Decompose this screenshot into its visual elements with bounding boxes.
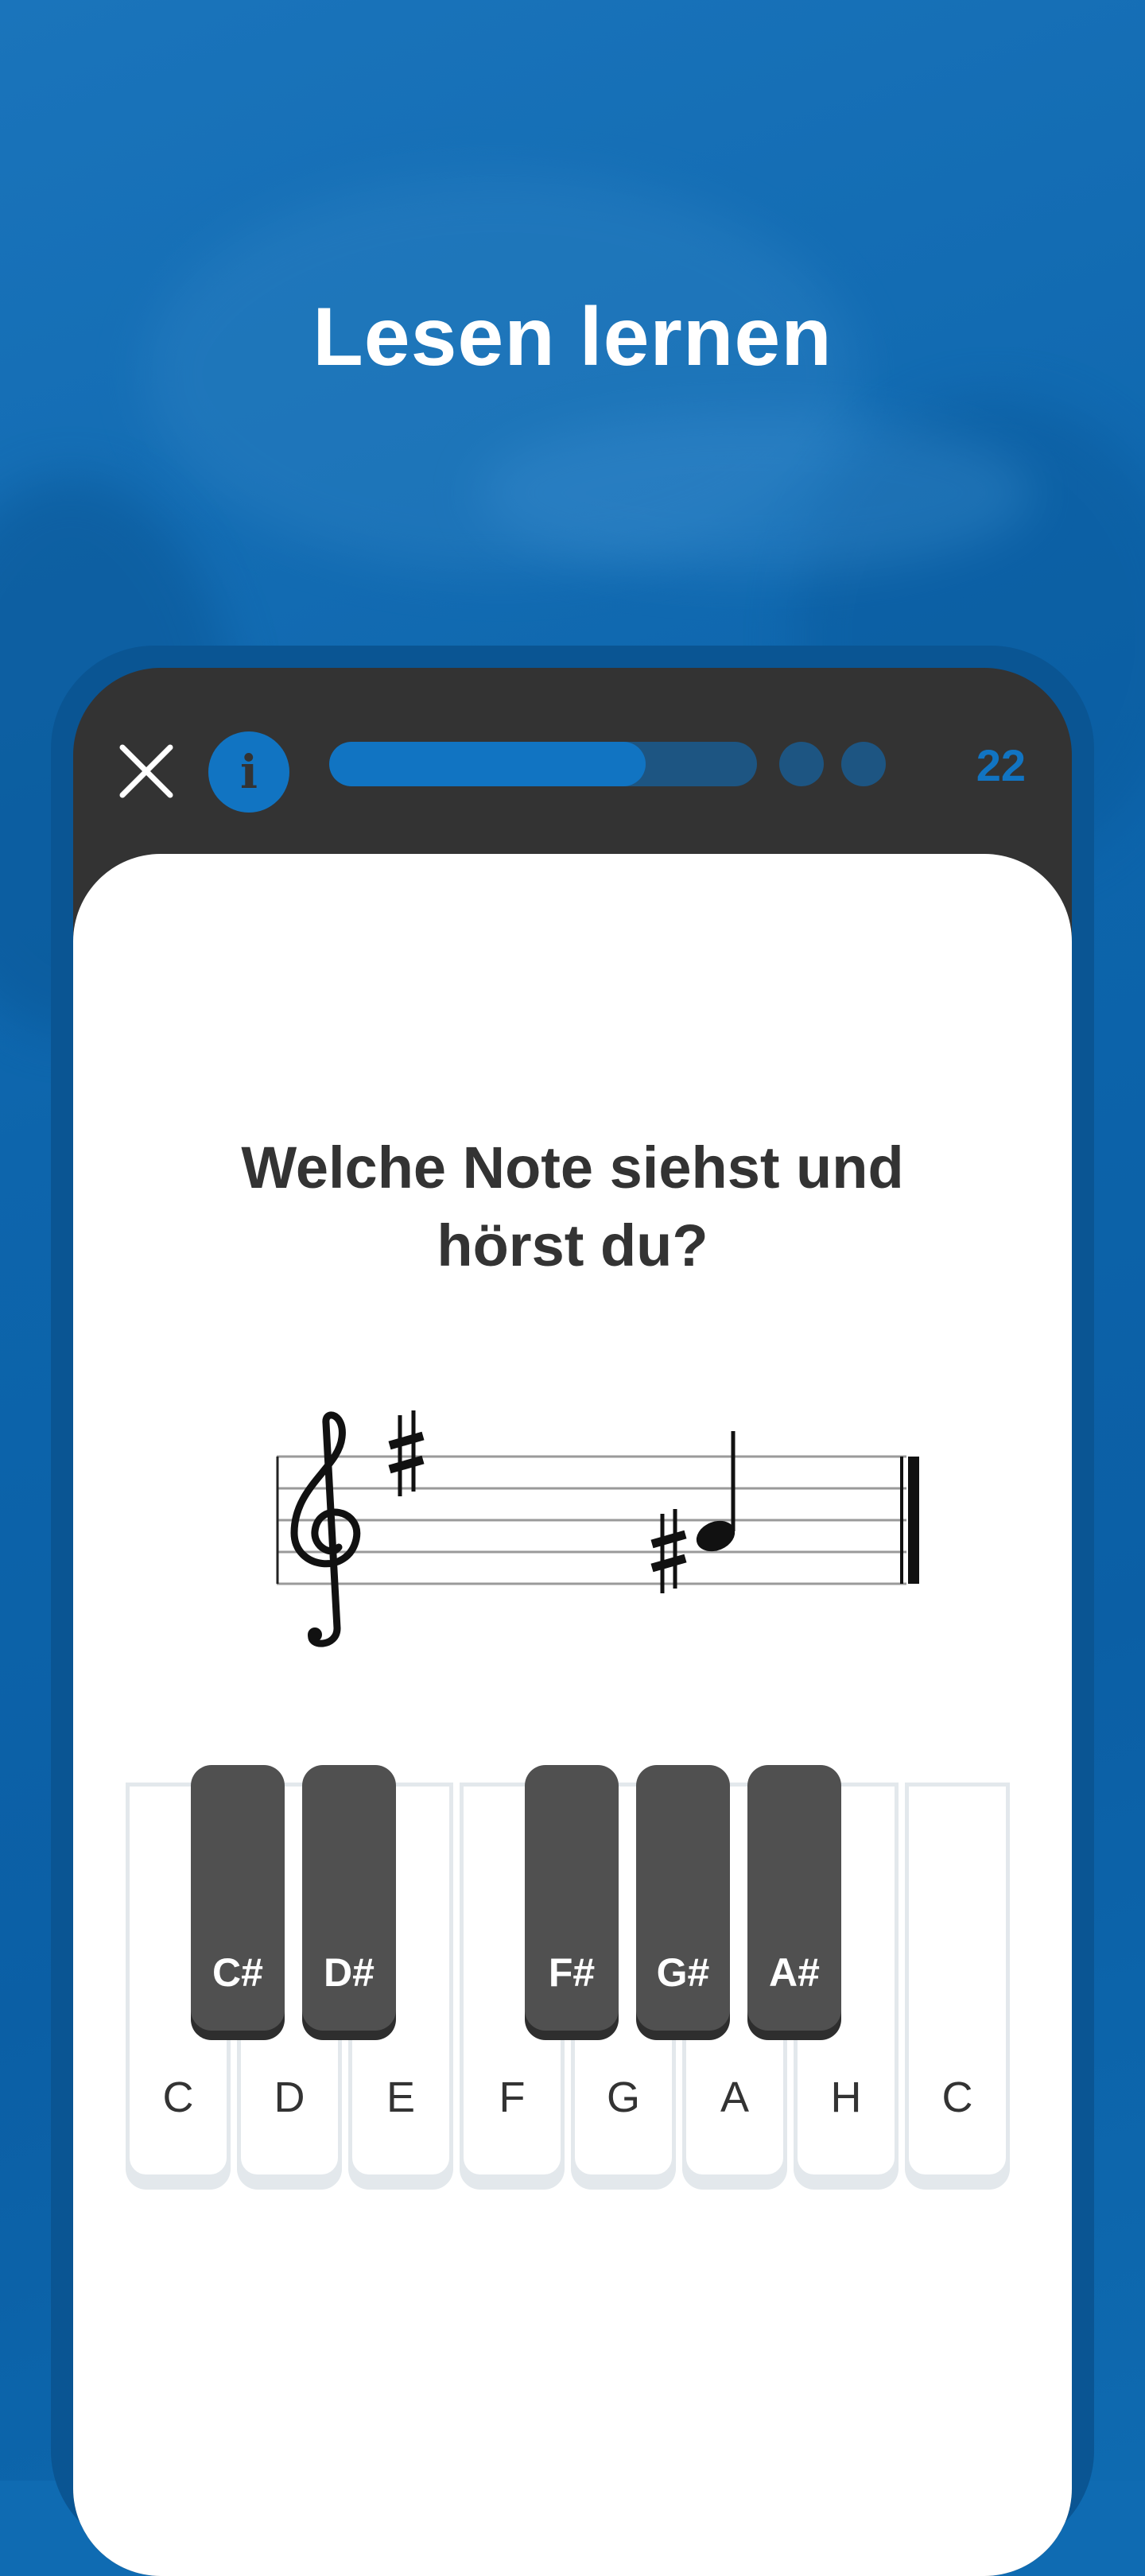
- piano-black-key[interactable]: F#: [525, 1765, 619, 2031]
- key-label: E: [386, 2074, 416, 2121]
- lesson-progress-fill: [329, 742, 646, 786]
- end-barline-thick: [908, 1457, 919, 1584]
- key-signature-sharp-icon: [388, 1410, 425, 1496]
- key-label: F: [499, 2074, 526, 2121]
- piano-black-key[interactable]: G#: [636, 1765, 730, 2031]
- question-line-2: hörst du?: [437, 1212, 708, 1278]
- piano-black-key[interactable]: C#: [191, 1765, 285, 2031]
- piano-keyboard: C D E F G A H C C# D# F# G# A#: [121, 1765, 1027, 2194]
- progress-step-dot: [779, 742, 824, 786]
- progress-step-dot: [841, 742, 886, 786]
- piano-black-key[interactable]: D#: [302, 1765, 396, 2031]
- key-label: A: [720, 2074, 750, 2121]
- music-staff: [276, 1410, 919, 1647]
- close-button[interactable]: [113, 738, 180, 805]
- key-label: G: [606, 2074, 640, 2121]
- question-line-1: Welche Note siehst und: [241, 1135, 904, 1201]
- lesson-topbar: i 22: [73, 668, 1072, 855]
- lesson-progress-bar: [329, 742, 757, 786]
- staff-lines: [277, 1455, 906, 1585]
- key-label: C#: [212, 1950, 263, 1995]
- question-text: Welche Note siehst und hörst du?: [0, 1129, 1145, 1285]
- key-label: G#: [656, 1950, 710, 1995]
- piano-white-key[interactable]: C: [905, 1783, 1010, 2178]
- quarter-note-icon: [696, 1431, 736, 1552]
- exercise-card: [73, 854, 1072, 2576]
- info-icon: i: [239, 745, 258, 799]
- key-label: F#: [548, 1950, 596, 1995]
- key-label: A#: [769, 1950, 820, 1995]
- key-label: C: [162, 2074, 194, 2121]
- key-label: D#: [324, 1950, 375, 1995]
- key-label: C: [941, 2074, 973, 2121]
- treble-clef-icon: [290, 1411, 361, 1647]
- close-icon: [119, 744, 173, 798]
- page-title: Lesen lernen: [312, 291, 833, 383]
- key-label: D: [274, 2074, 305, 2121]
- score-counter: 22: [976, 740, 1026, 790]
- info-button[interactable]: i: [208, 731, 289, 813]
- key-label: H: [830, 2074, 862, 2121]
- piano-black-key[interactable]: A#: [747, 1765, 841, 2031]
